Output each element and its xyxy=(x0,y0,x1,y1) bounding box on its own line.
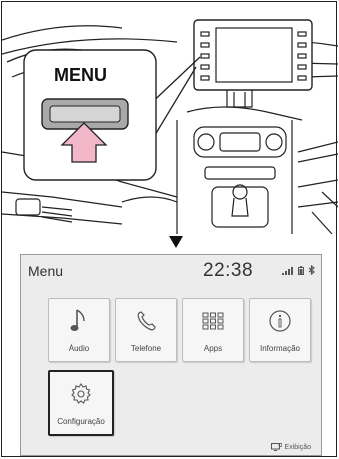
info-tile[interactable]: Informação xyxy=(249,298,311,362)
music-note-icon xyxy=(70,309,85,331)
settings-tile-label: Configuração xyxy=(57,417,105,426)
car-interior-illustration xyxy=(2,19,338,234)
settings-tile[interactable]: Configuração xyxy=(48,370,114,436)
settings-gear-icon xyxy=(71,383,91,404)
phone-tile[interactable]: Telefone xyxy=(115,298,177,362)
menu-button-label: MENU xyxy=(54,65,107,85)
apps-grid-icon xyxy=(202,312,224,330)
phone-tile-label: Telefone xyxy=(130,344,162,353)
status-bar: Menu 22:38 xyxy=(21,255,321,285)
display-button-label: Exibição xyxy=(284,443,311,451)
bluetooth-icon xyxy=(308,265,315,275)
audio-tile-label: Áudio xyxy=(68,344,90,353)
clock: 22:38 xyxy=(203,260,254,281)
status-icons xyxy=(282,265,315,275)
figure-frame: MENU Menu 22:38 Áudio Telefone Apps Info… xyxy=(1,1,338,457)
head-unit-screen: Menu 22:38 Áudio Telefone Apps Informaçã… xyxy=(20,254,322,456)
apps-tile[interactable]: Apps xyxy=(182,298,244,362)
display-icon xyxy=(270,443,282,451)
screen-title: Menu xyxy=(28,263,64,279)
signal-strength-icon xyxy=(282,267,293,275)
info-tile-label: Informação xyxy=(259,344,301,353)
display-button[interactable]: Exibição xyxy=(270,443,311,451)
battery-icon xyxy=(298,266,304,275)
info-icon xyxy=(269,310,291,332)
phone-icon xyxy=(137,311,156,331)
audio-tile[interactable]: Áudio xyxy=(48,298,110,362)
apps-tile-label: Apps xyxy=(203,344,223,353)
down-arrow-icon xyxy=(169,236,183,248)
